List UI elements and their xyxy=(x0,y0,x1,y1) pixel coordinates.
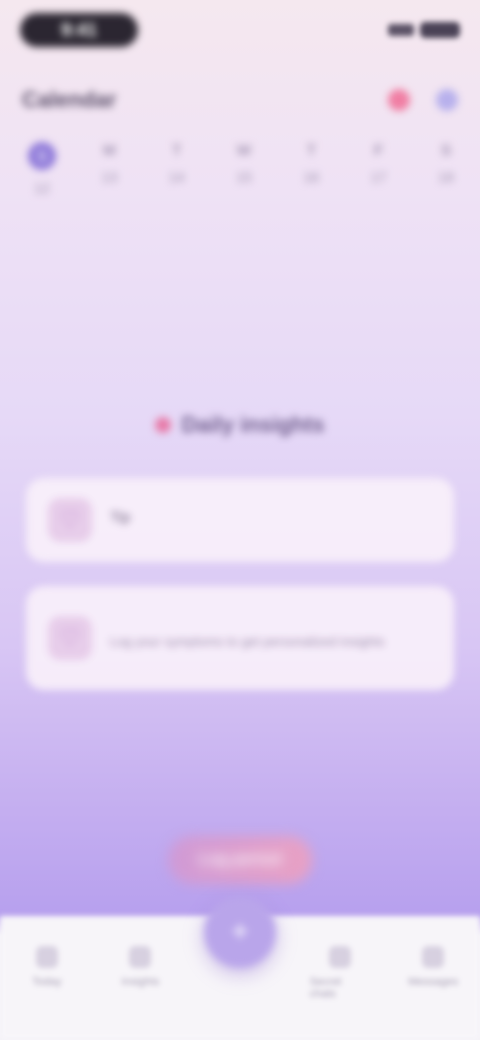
section-header: Daily insights xyxy=(0,412,480,438)
tab-insights[interactable]: Insights xyxy=(110,946,170,988)
day-item[interactable]: S 18 xyxy=(418,142,474,222)
day-item[interactable]: T 16 xyxy=(283,142,339,222)
status-icons xyxy=(388,22,460,38)
dot-icon xyxy=(155,417,172,433)
day-letter: S xyxy=(28,142,56,170)
day-item[interactable]: F 17 xyxy=(351,142,407,222)
day-letter: T xyxy=(172,142,182,159)
card-text: Log your symptoms to get personalized in… xyxy=(110,628,385,649)
week-strip: S 12 M 13 T 14 W 15 T 16 F 17 S 18 xyxy=(14,142,474,222)
day-number: 15 xyxy=(236,169,252,185)
day-letter: M xyxy=(103,142,116,159)
day-letter: W xyxy=(236,142,252,159)
day-number: 16 xyxy=(303,169,320,185)
card-subtitle: Log your symptoms to get personalized in… xyxy=(110,633,385,649)
day-item[interactable]: S 12 xyxy=(14,142,70,222)
day-item[interactable]: W 15 xyxy=(216,142,272,222)
day-number: 13 xyxy=(101,169,118,185)
section-title: Daily insights xyxy=(181,412,325,437)
add-button[interactable]: + xyxy=(204,896,276,968)
log-period-button[interactable]: Log period xyxy=(168,836,312,884)
tab-label: Secret chats xyxy=(309,976,342,1000)
tab-label: Insights xyxy=(121,976,160,988)
card-text: Tip xyxy=(110,509,130,532)
day-item[interactable]: T 14 xyxy=(149,142,205,222)
today-icon xyxy=(35,946,58,968)
header: Calendar xyxy=(22,78,458,122)
battery-icon xyxy=(420,22,460,38)
heart-icon: ♡ xyxy=(48,498,92,542)
chat-icon xyxy=(328,946,351,968)
tab-today[interactable]: Today xyxy=(17,946,77,988)
insight-card[interactable]: ♡ Tip xyxy=(26,478,454,562)
day-number: 14 xyxy=(168,169,185,185)
tab-label: Today xyxy=(32,976,62,988)
signal-icon xyxy=(388,24,414,36)
card-title: Tip xyxy=(110,508,131,526)
tab-messages[interactable]: Messages xyxy=(403,946,463,988)
tab-secret-chats[interactable]: Secret chats xyxy=(310,946,370,1000)
heart-icon[interactable] xyxy=(388,89,410,111)
day-number: 18 xyxy=(438,169,454,185)
day-letter: F xyxy=(374,142,384,159)
plus-icon: + xyxy=(231,915,249,948)
insights-icon xyxy=(129,946,152,968)
day-letter: T xyxy=(306,142,316,159)
day-number: 17 xyxy=(370,169,387,185)
insight-card[interactable]: ♡ Log your symptoms to get personalized … xyxy=(26,586,454,690)
day-item[interactable]: M 13 xyxy=(81,142,137,222)
status-time: 9:41 xyxy=(20,13,138,47)
heart-icon: ♡ xyxy=(48,616,92,660)
message-icon xyxy=(422,946,445,968)
tab-label: Messages xyxy=(408,976,459,988)
day-letter: S xyxy=(440,142,451,159)
day-number: 12 xyxy=(34,180,50,196)
header-actions xyxy=(388,89,458,111)
page-title: Calendar xyxy=(22,87,117,112)
calendar-icon[interactable] xyxy=(436,89,458,111)
status-bar: 9:41 xyxy=(20,8,460,52)
